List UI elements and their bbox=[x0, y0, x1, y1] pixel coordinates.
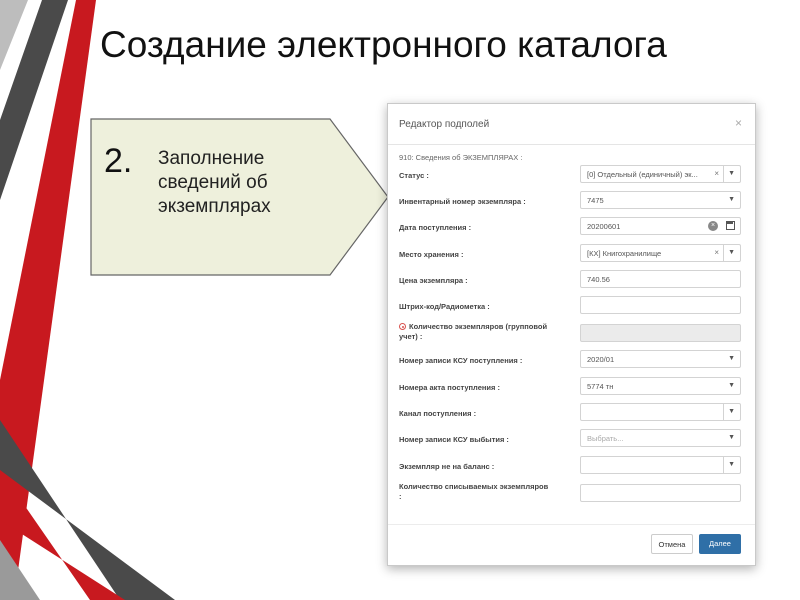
divider bbox=[723, 457, 724, 473]
field-value: 2020/01 bbox=[587, 355, 615, 364]
receipt-date-input[interactable]: 20200601 × bbox=[580, 217, 741, 235]
field-label: Количество списываемых экземпляров : bbox=[399, 482, 549, 501]
close-icon[interactable]: × bbox=[735, 116, 742, 130]
field-label: Дата поступления : bbox=[399, 223, 472, 232]
field-label: Цена экземпляра : bbox=[399, 276, 468, 285]
chevron-down-icon[interactable]: ▼ bbox=[728, 170, 735, 177]
subfield-editor-dialog: Редактор подполей × 910: Сведения об ЭКЗ… bbox=[387, 103, 756, 566]
clear-date-icon[interactable]: × bbox=[708, 221, 718, 231]
divider bbox=[723, 166, 724, 182]
copies-count-input bbox=[580, 324, 741, 342]
dialog-title: Редактор подполей bbox=[399, 119, 490, 130]
field-placeholder: Выбрать... bbox=[587, 434, 624, 443]
step-description: Заполнение сведений об экземплярах bbox=[158, 148, 271, 217]
field-label: Статус : bbox=[399, 171, 429, 180]
chevron-down-icon[interactable]: ▼ bbox=[728, 382, 735, 389]
chevron-down-icon[interactable]: ▼ bbox=[728, 249, 735, 256]
status-select[interactable]: [0] Отдельный (единичный) эк... × ▼ bbox=[580, 165, 741, 183]
dialog-footer-divider bbox=[388, 524, 755, 525]
slide-title: Создание электронного каталога bbox=[100, 24, 667, 65]
chevron-down-icon[interactable]: ▼ bbox=[728, 408, 735, 415]
chevron-down-icon[interactable]: ▼ bbox=[728, 196, 735, 203]
inventory-number-select[interactable]: 7475 ▼ bbox=[580, 191, 741, 209]
field-label: Количество экземпляров (групповой учет) … bbox=[399, 322, 548, 341]
calendar-icon[interactable] bbox=[726, 221, 735, 230]
field-value: 7475 bbox=[587, 196, 604, 205]
step-number: 2. bbox=[104, 142, 133, 180]
field-label: Штрих-код/Радиометка : bbox=[399, 302, 490, 311]
field-value: 5774 тн bbox=[587, 382, 614, 391]
next-button[interactable]: Далее bbox=[699, 534, 741, 554]
receipt-channel-select[interactable]: ▼ bbox=[580, 403, 741, 421]
barcode-input[interactable] bbox=[580, 296, 741, 314]
ksu-receipt-select[interactable]: 2020/01 ▼ bbox=[580, 350, 741, 368]
clear-x-icon[interactable]: × bbox=[714, 248, 719, 257]
field-label: Номера акта поступления : bbox=[399, 383, 500, 392]
clear-x-icon[interactable]: × bbox=[714, 169, 719, 178]
chevron-down-icon[interactable]: ▼ bbox=[728, 355, 735, 362]
field-label: Номер записи КСУ поступления : bbox=[399, 356, 523, 365]
receipt-act-select[interactable]: 5774 тн ▼ bbox=[580, 377, 741, 395]
field-value: 740.56 bbox=[587, 275, 610, 284]
ksu-disposal-select[interactable]: Выбрать... ▼ bbox=[580, 429, 741, 447]
storage-location-select[interactable]: [КХ] Книгохранилище × ▼ bbox=[580, 244, 741, 262]
field-label: Номер записи КСУ выбытия : bbox=[399, 435, 509, 444]
cancel-button[interactable]: Отмена bbox=[651, 534, 693, 554]
field-label: Канал поступления : bbox=[399, 409, 477, 418]
field-label: Место хранения : bbox=[399, 250, 464, 259]
field-label: Инвентарный номер экземпляра : bbox=[399, 197, 526, 206]
divider bbox=[723, 245, 724, 261]
field-value: [КХ] Книгохранилище bbox=[587, 249, 662, 258]
field-label: Экземпляр не на баланс : bbox=[399, 462, 495, 471]
section-title: 910: Сведения об ЭКЗЕМПЛЯРАХ : bbox=[399, 153, 523, 162]
field-value: [0] Отдельный (единичный) эк... bbox=[587, 170, 698, 179]
required-icon bbox=[399, 323, 406, 330]
price-input[interactable]: 740.56 bbox=[580, 270, 741, 288]
dialog-header: Редактор подполей × bbox=[388, 104, 755, 145]
chevron-down-icon[interactable]: ▼ bbox=[728, 461, 735, 468]
writeoff-count-input[interactable] bbox=[580, 484, 741, 502]
divider bbox=[723, 404, 724, 420]
off-balance-select[interactable]: ▼ bbox=[580, 456, 741, 474]
chevron-down-icon[interactable]: ▼ bbox=[728, 434, 735, 441]
field-value: 20200601 bbox=[587, 222, 621, 231]
